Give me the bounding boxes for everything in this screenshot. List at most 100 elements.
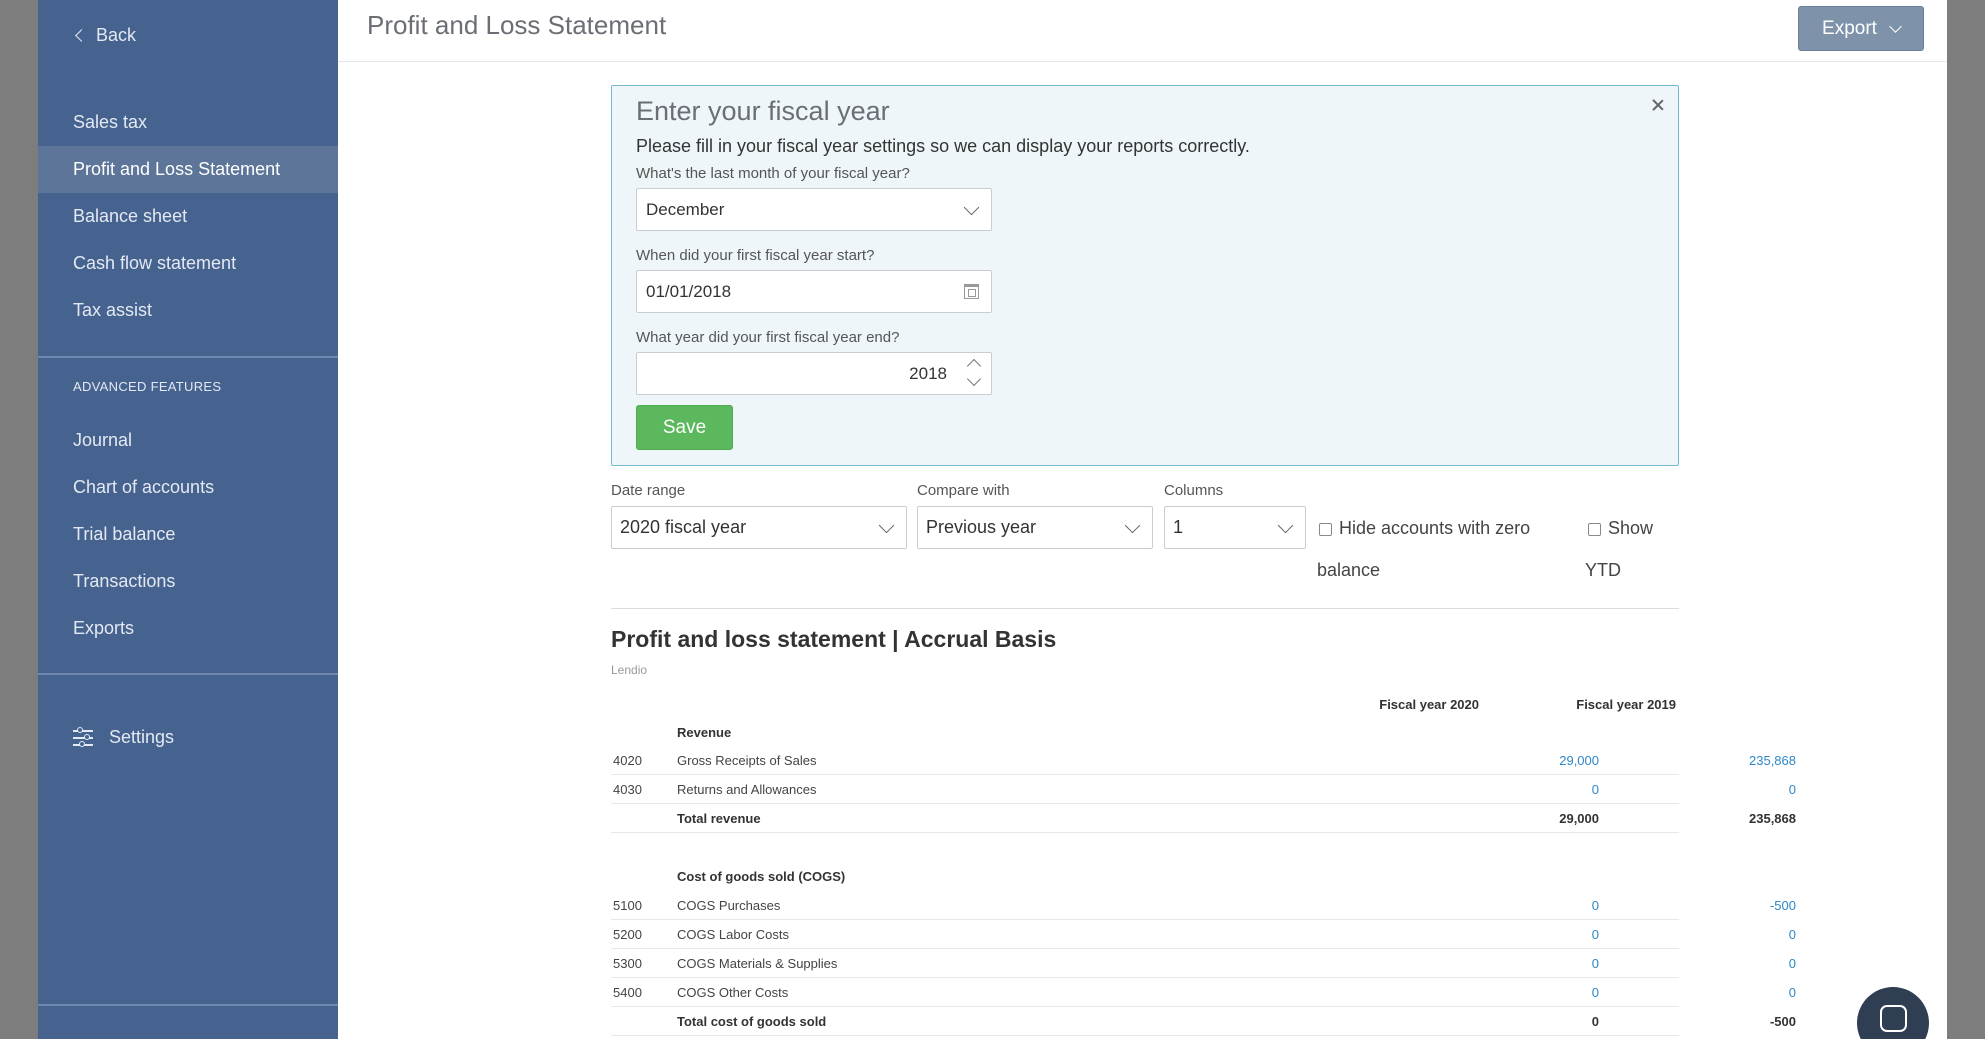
total-value: 29,000: [1559, 811, 1599, 826]
date-range-label: Date range: [611, 482, 686, 499]
table-row-total: Total cost of goods sold 0 -500: [611, 1007, 1796, 1036]
section-heading-revenue: Revenue: [677, 725, 732, 740]
table-row-total: Total revenue 29,000 235,868: [611, 804, 1796, 833]
amount-link[interactable]: 0: [1419, 898, 1599, 913]
sidebar-item-sales-tax[interactable]: Sales tax: [38, 99, 338, 146]
amount-link[interactable]: 0: [1616, 985, 1796, 1000]
end-year-input[interactable]: 2018: [636, 352, 992, 395]
sidebar-item-tax-assist[interactable]: Tax assist: [38, 287, 338, 334]
amount-link[interactable]: 0: [1419, 985, 1599, 1000]
account-name: Gross Receipts of Sales: [677, 753, 817, 768]
account-name: Returns and Allowances: [677, 782, 817, 797]
sidebar-item-chart-of-accounts[interactable]: Chart of accounts: [38, 464, 338, 511]
table-row: 4020 Gross Receipts of Sales 29,000 235,…: [611, 746, 1796, 775]
account-name: COGS Materials & Supplies: [677, 956, 838, 971]
table-row: 4030 Returns and Allowances 0 0: [611, 775, 1796, 804]
export-label: Export: [1822, 17, 1877, 39]
decrement-icon[interactable]: [967, 375, 981, 389]
sliders-icon: [73, 727, 93, 747]
table-row: 5300 COGS Materials & Supplies 0 0: [611, 949, 1796, 978]
close-icon[interactable]: [1649, 96, 1667, 114]
sidebar-item-transactions[interactable]: Transactions: [38, 558, 338, 605]
table-row: 5200 COGS Labor Costs 0 0: [611, 920, 1796, 949]
save-button[interactable]: Save: [636, 405, 733, 450]
fiscal-panel-title: Enter your fiscal year: [636, 96, 890, 126]
advanced-features-heading: ADVANCED FEATURES: [73, 379, 222, 394]
end-year-value: 2018: [909, 363, 947, 383]
columns-select[interactable]: 1: [1164, 506, 1306, 549]
date-range-select[interactable]: 2020 fiscal year: [611, 506, 907, 549]
chevron-down-icon: [1889, 19, 1902, 33]
column-header: Fiscal year 2020: [1379, 697, 1479, 712]
fiscal-panel-subtitle: Please fill in your fiscal year settings…: [636, 136, 1250, 156]
hide-zero-checkbox[interactable]: [1319, 523, 1332, 536]
back-button[interactable]: Back: [73, 25, 136, 46]
total-value: -500: [1769, 1014, 1796, 1029]
columns-label: Columns: [1164, 482, 1224, 499]
hide-zero-label[interactable]: Hide accounts with zero: [1339, 507, 1530, 549]
account-code: 4020: [613, 753, 642, 768]
divider: [611, 608, 1679, 609]
table-row: 5400 COGS Other Costs 0 0: [611, 978, 1796, 1007]
calendar-icon[interactable]: [964, 284, 979, 299]
amount-link[interactable]: -500: [1616, 898, 1796, 913]
section-heading-cogs: Cost of goods sold (COGS): [677, 869, 846, 884]
sidebar-item-exports[interactable]: Exports: [38, 605, 338, 652]
chevron-down-icon: [878, 517, 895, 534]
compare-with-label: Compare with: [917, 482, 1010, 499]
account-code: 5400: [613, 985, 642, 1000]
settings-label: Settings: [109, 726, 175, 747]
sidebar-item-trial-balance[interactable]: Trial balance: [38, 511, 338, 558]
table-row: 5100 COGS Purchases 0 -500: [611, 891, 1796, 920]
backdrop-right: [1947, 0, 1985, 1039]
chevron-left-icon: [75, 29, 88, 42]
amount-link[interactable]: 0: [1419, 782, 1599, 797]
show-ytd-label[interactable]: Show: [1608, 507, 1653, 549]
show-ytd-checkbox[interactable]: [1588, 523, 1601, 536]
account-code: 5300: [613, 956, 642, 971]
amount-link[interactable]: 0: [1616, 782, 1796, 797]
sidebar-item-cash-flow[interactable]: Cash flow statement: [38, 240, 338, 287]
start-date-label: When did your first fiscal year start?: [636, 247, 875, 264]
last-month-select[interactable]: December: [636, 188, 992, 231]
amount-link[interactable]: 0: [1419, 927, 1599, 942]
columns-value: 1: [1173, 517, 1184, 537]
total-value: 235,868: [1749, 811, 1796, 826]
increment-icon[interactable]: [967, 356, 981, 370]
amount-link[interactable]: 235,868: [1616, 753, 1796, 768]
sidebar-item-journal[interactable]: Journal: [38, 417, 338, 464]
start-date-input[interactable]: 01/01/2018: [636, 270, 992, 313]
hide-zero-label-cont[interactable]: balance: [1317, 549, 1380, 591]
account-name: COGS Purchases: [677, 898, 781, 913]
compare-with-select[interactable]: Previous year: [917, 506, 1153, 549]
amount-link[interactable]: 0: [1419, 956, 1599, 971]
end-year-label: What year did your first fiscal year end…: [636, 329, 900, 346]
chevron-down-icon: [1124, 517, 1141, 534]
sidebar-item-balance-sheet[interactable]: Balance sheet: [38, 193, 338, 240]
sidebar-divider: [38, 673, 338, 675]
sidebar-item-settings[interactable]: Settings: [73, 719, 174, 755]
amount-link[interactable]: 0: [1616, 927, 1796, 942]
sidebar: Back Sales tax Profit and Loss Statement…: [38, 0, 338, 1039]
account-code: 5100: [613, 898, 642, 913]
chat-icon: [1880, 1005, 1907, 1032]
date-range-value: 2020 fiscal year: [620, 517, 747, 537]
column-header: Fiscal year 2019: [1576, 697, 1676, 712]
total-label: Total cost of goods sold: [677, 1014, 827, 1029]
export-button[interactable]: Export: [1798, 6, 1924, 51]
account-code: 4030: [613, 782, 642, 797]
sidebar-item-profit-and-loss[interactable]: Profit and Loss Statement: [38, 146, 338, 193]
amount-link[interactable]: 29,000: [1419, 753, 1599, 768]
main-content: Profit and Loss Statement Export Enter y…: [338, 0, 1947, 1039]
last-month-label: What's the last month of your fiscal yea…: [636, 165, 910, 182]
show-ytd-label-cont[interactable]: YTD: [1585, 549, 1621, 591]
total-label: Total revenue: [677, 811, 761, 826]
chevron-down-icon: [963, 199, 980, 216]
account-code: 5200: [613, 927, 642, 942]
fiscal-year-panel: Enter your fiscal year Please fill in yo…: [611, 85, 1679, 466]
last-month-value: December: [646, 199, 725, 219]
report-title: Profit and loss statement | Accrual Basi…: [611, 626, 1057, 652]
amount-link[interactable]: 0: [1616, 956, 1796, 971]
chevron-down-icon: [1277, 517, 1294, 534]
company-name: Lendio: [611, 663, 648, 677]
